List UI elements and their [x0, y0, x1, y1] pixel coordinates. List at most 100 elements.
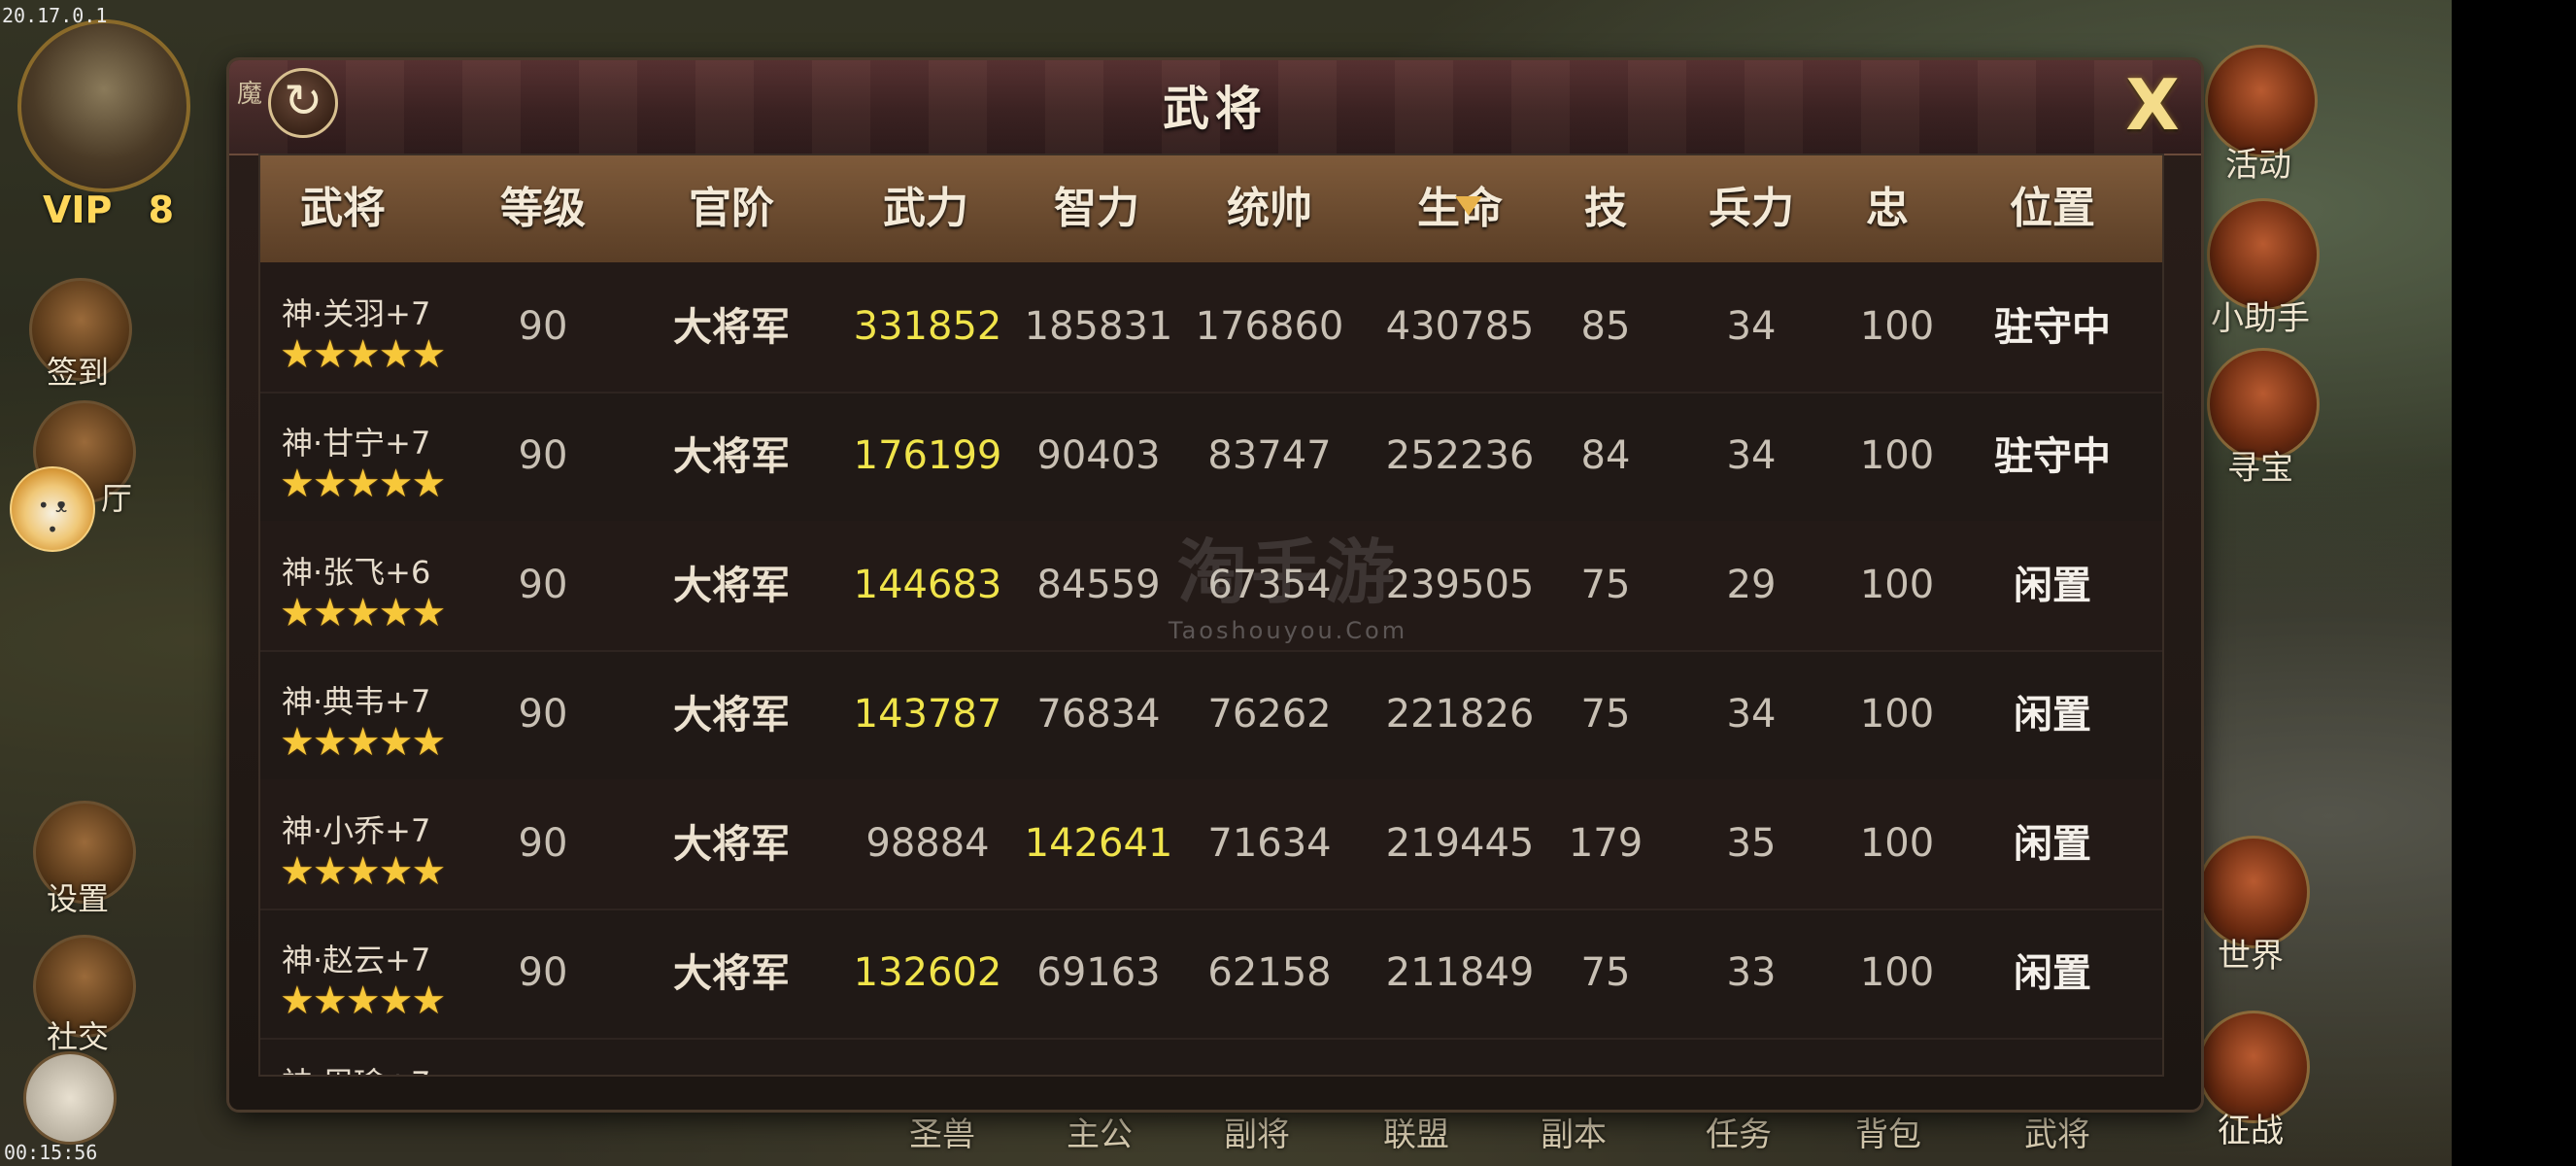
- col-header-general[interactable]: 武将: [260, 155, 425, 262]
- treasure-label: 寻宝: [2227, 449, 2293, 488]
- force-cell: 176199: [853, 433, 1002, 478]
- general-name: 神·关羽+7: [282, 295, 431, 332]
- rank-cell: 大将军: [673, 692, 790, 737]
- level-cell: 90: [518, 692, 568, 737]
- general-name: 神·张飞+6: [282, 554, 431, 591]
- command-cell: 176860: [1195, 304, 1344, 349]
- chat-icon[interactable]: [23, 1051, 117, 1145]
- event-button[interactable]: 活动: [2205, 45, 2318, 185]
- command-cell: 62158: [1207, 950, 1332, 995]
- level-cell: 90: [518, 950, 568, 995]
- event-label: 活动: [2225, 146, 2291, 185]
- nav-bag[interactable]: 背包: [1855, 1108, 1921, 1155]
- position-cell: 闲置: [2014, 563, 2091, 608]
- rank-cell: 大将军: [673, 304, 790, 350]
- loyalty-cell: 100: [1859, 692, 1935, 737]
- table-row[interactable]: 神·赵云+7 ★★★★★ 90 大将军 132602 69163 62158 2…: [260, 909, 2162, 1040]
- general-name: 神·甘宁+7: [282, 425, 431, 462]
- campaign-button[interactable]: 征战: [2197, 1011, 2310, 1150]
- table-body: 神·关羽+7 ★★★★★ 90 大将军 331852 185831 176860…: [260, 262, 2162, 1040]
- position-cell: 驻守中: [1994, 433, 2111, 479]
- treasure-button[interactable]: 寻宝: [2207, 348, 2320, 488]
- rank-cell: 大将军: [673, 950, 790, 996]
- helper-button[interactable]: 小助手: [2207, 198, 2320, 338]
- troops-cell: 34: [1726, 692, 1777, 737]
- troops-cell: 34: [1726, 304, 1777, 349]
- command-cell: 83747: [1207, 433, 1332, 478]
- level-cell: 90: [518, 433, 568, 478]
- nav-generals[interactable]: 武将: [2024, 1108, 2090, 1155]
- dialog-title: 武将: [1162, 82, 1268, 136]
- star-rating: ★★★★★: [280, 462, 446, 506]
- force-cell: 98884: [865, 821, 990, 866]
- rank-cell: 大将军: [673, 433, 790, 479]
- cat-face-icon: • ᴥ •: [37, 494, 68, 541]
- nav-dungeon[interactable]: 副本: [1541, 1108, 1607, 1155]
- loyalty-cell: 100: [1859, 304, 1935, 349]
- troops-cell: 29: [1726, 563, 1777, 607]
- col-header-rank[interactable]: 官阶: [649, 155, 814, 262]
- vip-label: VIP: [43, 189, 113, 231]
- watermark-en: Taoshouyou.Com: [1168, 617, 1408, 644]
- dialog-title-bar: 魔 ↻ 武将 X: [229, 60, 2201, 155]
- intel-cell: 76834: [1036, 692, 1161, 737]
- col-header-level[interactable]: 等级: [490, 155, 596, 262]
- nav-deputy[interactable]: 副将: [1224, 1108, 1290, 1155]
- position-cell: 闲置: [2014, 692, 2091, 737]
- troops-cell: 35: [1726, 821, 1777, 866]
- world-button[interactable]: 世界: [2197, 836, 2310, 976]
- social-label: 社交: [46, 1018, 109, 1055]
- loyalty-cell: 100: [1859, 950, 1935, 995]
- star-rating: ★★★★★: [280, 720, 446, 765]
- table-row-partial[interactable]: 神·周瑜+7: [260, 1038, 2162, 1075]
- nav-alliance[interactable]: 联盟: [1383, 1108, 1449, 1155]
- general-name: 神·小乔+7: [282, 812, 431, 849]
- skill-cell: 85: [1580, 304, 1631, 349]
- intel-cell: 69163: [1036, 950, 1161, 995]
- col-header-position[interactable]: 位置: [1970, 155, 2135, 262]
- skill-cell: 75: [1580, 950, 1631, 995]
- level-cell: 90: [518, 563, 568, 607]
- settings-label: 设置: [46, 880, 109, 917]
- vip-badge: VIP 8: [43, 189, 174, 231]
- table-row[interactable]: 神·小乔+7 ★★★★★ 90 大将军 98884 142641 71634 2…: [260, 779, 2162, 910]
- watermark: 淘手游 Taoshouyou.Com: [1162, 515, 1414, 644]
- intel-cell: 90403: [1036, 433, 1161, 478]
- nav-lord[interactable]: 主公: [1067, 1108, 1133, 1155]
- loyalty-cell: 100: [1859, 433, 1935, 478]
- close-button[interactable]: X: [2116, 68, 2189, 142]
- mascot-cat-icon[interactable]: • ᴥ •: [10, 466, 95, 552]
- troops-cell: 33: [1726, 950, 1777, 995]
- general-name: 神·赵云+7: [282, 942, 431, 978]
- col-header-loyalty[interactable]: 忠: [1834, 155, 1941, 262]
- col-header-force[interactable]: 武力: [843, 155, 1008, 262]
- nav-quest[interactable]: 任务: [1706, 1108, 1772, 1155]
- intel-cell: 185831: [1024, 304, 1173, 349]
- screen-edge: [2452, 0, 2576, 1166]
- skill-cell: 179: [1568, 821, 1644, 866]
- col-header-intel[interactable]: 智力: [1014, 155, 1179, 262]
- campaign-label: 征战: [2218, 1112, 2284, 1150]
- col-header-troops[interactable]: 兵力: [1669, 155, 1834, 262]
- table-header: 武将 等级 官阶 武力 智力 统帅 生命 技 兵力 忠 位置: [260, 155, 2162, 262]
- hp-cell: 211849: [1385, 950, 1535, 995]
- star-rating: ★★★★★: [280, 849, 446, 894]
- version-label: 20.17.0.1: [2, 4, 108, 27]
- rank-cell: 大将军: [673, 821, 790, 867]
- helper-label: 小助手: [2211, 299, 2310, 338]
- clock: 00:15:56: [4, 1141, 98, 1164]
- player-avatar[interactable]: [17, 19, 190, 192]
- table-row[interactable]: 神·甘宁+7 ★★★★★ 90 大将军 176199 90403 83747 2…: [260, 392, 2162, 523]
- col-header-command[interactable]: 统帅: [1187, 155, 1352, 262]
- table-row[interactable]: 神·关羽+7 ★★★★★ 90 大将军 331852 185831 176860…: [260, 262, 2162, 394]
- skill-cell: 75: [1580, 563, 1631, 607]
- level-cell: 90: [518, 821, 568, 866]
- loyalty-cell: 100: [1859, 563, 1935, 607]
- table-row[interactable]: 神·典韦+7 ★★★★★ 90 大将军 143787 76834 76262 2…: [260, 650, 2162, 781]
- position-cell: 驻守中: [1994, 304, 2111, 350]
- nav-holy-beast[interactable]: 圣兽: [909, 1108, 975, 1155]
- force-cell: 132602: [853, 950, 1002, 995]
- vip-level: 8: [148, 189, 175, 231]
- command-cell: 71634: [1207, 821, 1332, 866]
- col-header-skill[interactable]: 技: [1552, 155, 1659, 262]
